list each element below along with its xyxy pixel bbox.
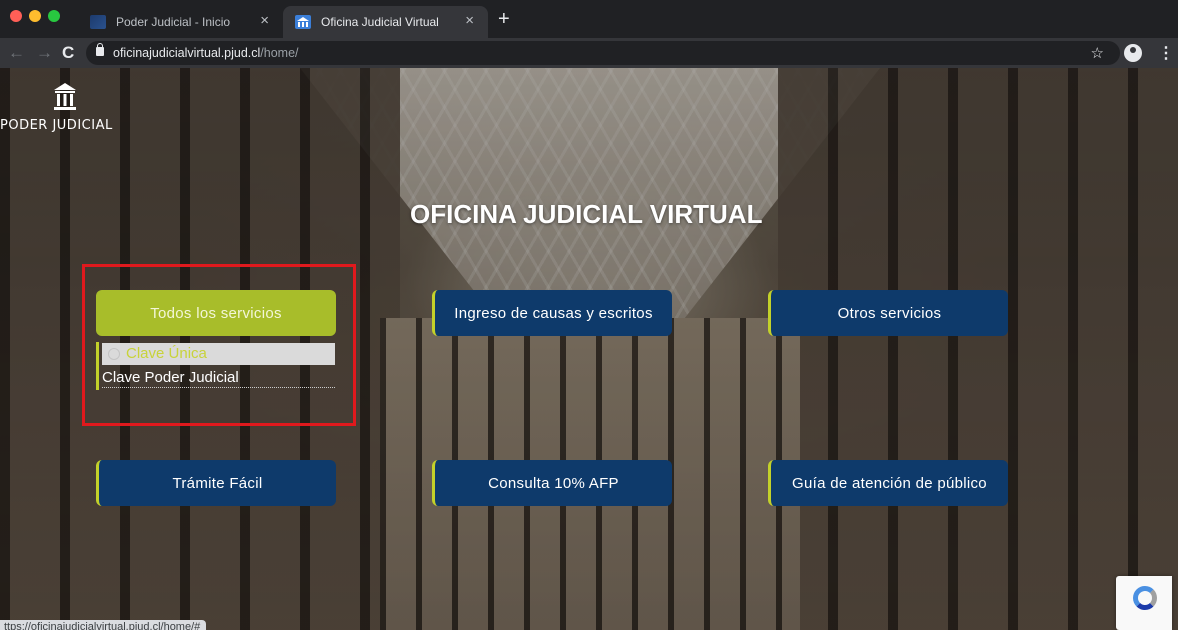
tramite-facil-button[interactable]: Trámite Fácil [96, 460, 336, 506]
window-maximize-dot[interactable] [48, 10, 60, 22]
highlight-box [82, 264, 356, 426]
tab-oficina-judicial[interactable]: Oficina Judicial Virtual × [283, 6, 488, 38]
poder-judicial-logo[interactable]: PODER JUDICIAL [0, 82, 130, 146]
page-viewport: PODER JUDICIAL OFICINA JUDICIAL VIRTUAL … [0, 68, 1178, 630]
brand-name: PODER JUDICIAL [0, 118, 113, 133]
tab-close-icon[interactable]: × [260, 12, 269, 29]
url-host: oficinajudicialvirtual.pjud.cl [113, 46, 261, 60]
browser-tabstrip: Poder Judicial - Inicio × Oficina Judici… [0, 0, 1178, 38]
browser-menu-icon[interactable]: ⋮ [1158, 43, 1174, 63]
otros-servicios-button[interactable]: Otros servicios [768, 290, 1008, 336]
guia-atencion-button[interactable]: Guía de atención de público [768, 460, 1008, 506]
new-tab-button[interactable]: + [498, 8, 510, 31]
consulta-afp-button[interactable]: Consulta 10% AFP [432, 460, 672, 506]
page-title: OFICINA JUDICIAL VIRTUAL [410, 199, 763, 229]
recaptcha-icon [1133, 586, 1157, 610]
courthouse-icon [54, 83, 76, 110]
recaptcha-text [1120, 616, 1170, 624]
status-url-bar: ttps://oficinajudicialvirtual.pjud.cl/ho… [0, 620, 206, 630]
lock-icon [96, 43, 104, 56]
courthouse-favicon-icon [295, 15, 311, 29]
window-close-dot[interactable] [10, 10, 22, 22]
recaptcha-badge[interactable] [1116, 576, 1172, 630]
poder-judicial-favicon-icon [90, 15, 106, 29]
bookmark-star-icon[interactable]: ☆ [1091, 44, 1104, 62]
ingreso-causas-button[interactable]: Ingreso de causas y escritos [432, 290, 672, 336]
forward-arrow-icon[interactable]: → [36, 43, 53, 63]
tab-close-icon[interactable]: × [465, 12, 474, 29]
url-text: oficinajudicialvirtual.pjud.cl/home/ [113, 46, 299, 60]
tab-poder-judicial[interactable]: Poder Judicial - Inicio × [78, 6, 283, 38]
browser-toolbar: ← → C oficinajudicialvirtual.pjud.cl/hom… [0, 38, 1178, 68]
address-bar[interactable]: oficinajudicialvirtual.pjud.cl/home/ ☆ [86, 41, 1120, 65]
back-arrow-icon[interactable]: ← [8, 43, 25, 63]
url-path: /home/ [260, 46, 299, 60]
reload-icon[interactable]: C [62, 43, 74, 63]
tab-title: Poder Judicial - Inicio [116, 15, 231, 29]
profile-avatar-icon[interactable] [1124, 44, 1142, 62]
tab-title: Oficina Judicial Virtual [321, 15, 439, 29]
window-minimize-dot[interactable] [29, 10, 41, 22]
